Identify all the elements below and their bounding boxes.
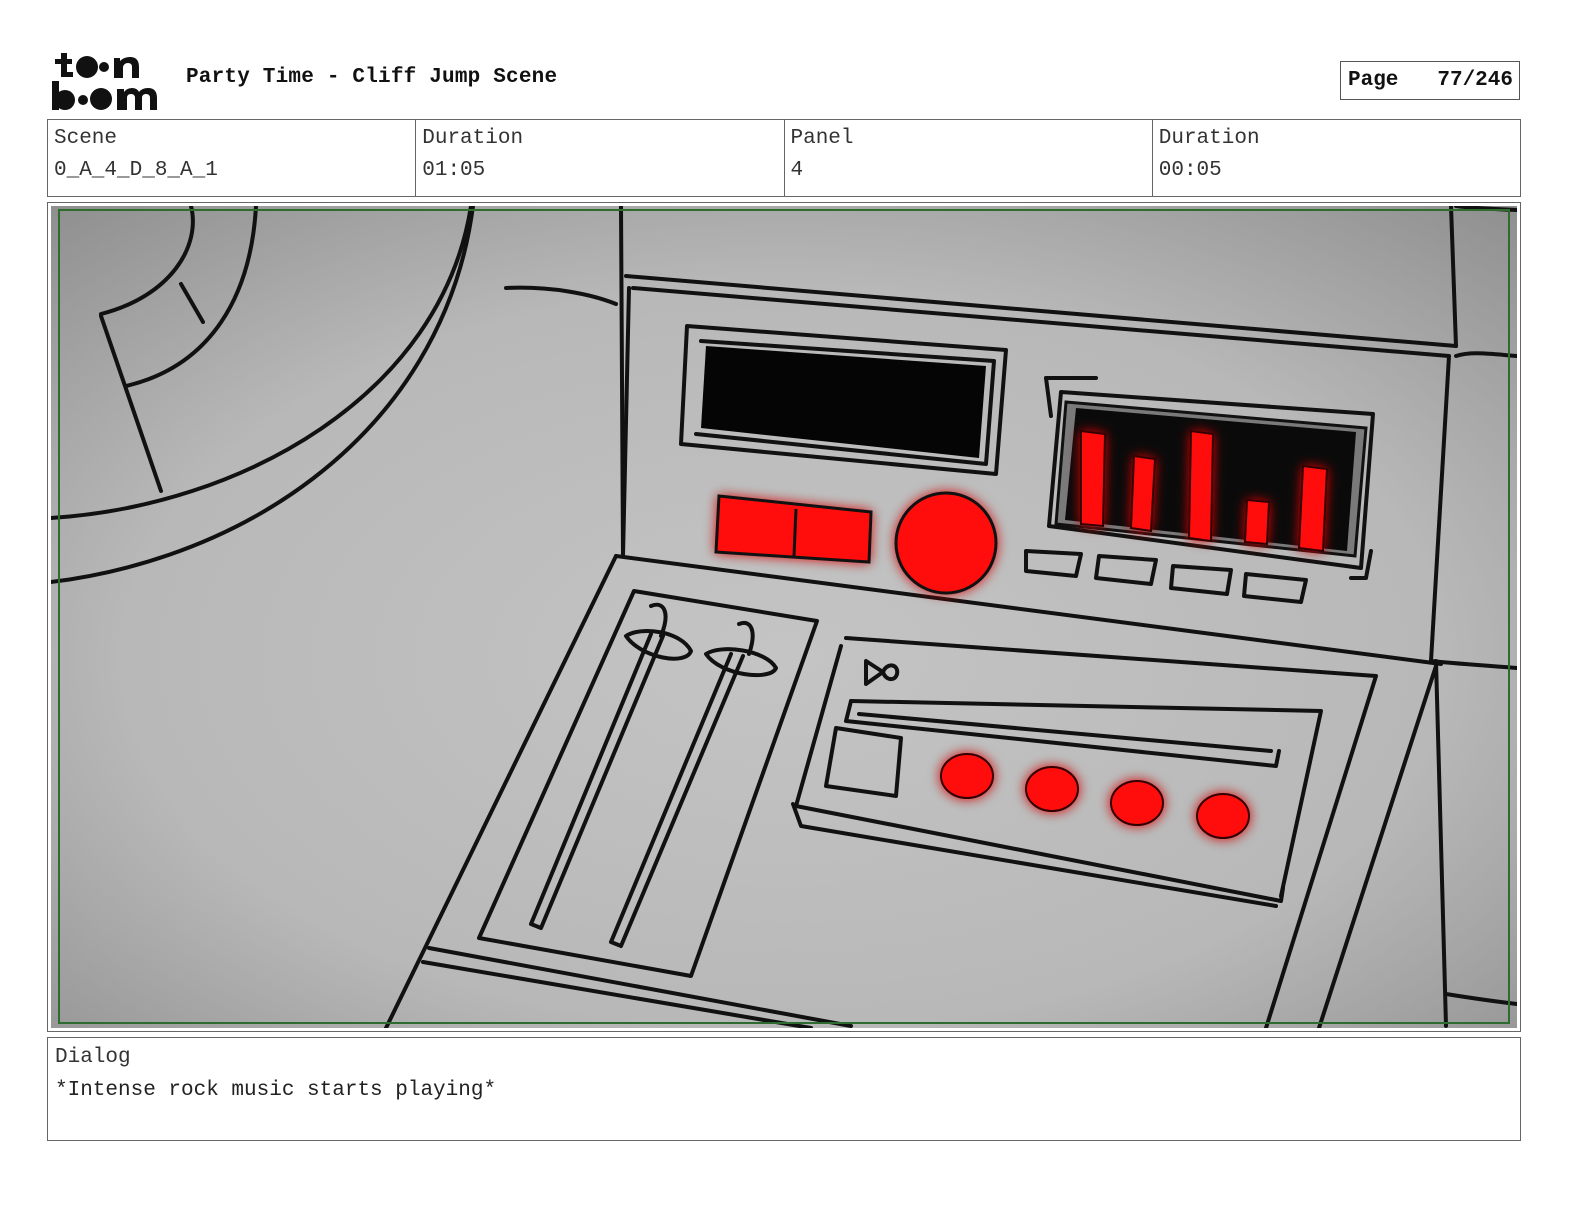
scene-cell: Scene 0_A_4_D_8_A_1: [48, 120, 417, 196]
page-counter: Page 77/246: [1340, 61, 1520, 100]
dialog-box: Dialog *Intense rock music starts playin…: [47, 1037, 1521, 1141]
scene-value: 0_A_4_D_8_A_1: [54, 159, 218, 182]
dialog-text: *Intense rock music starts playing*: [55, 1079, 497, 1102]
panel-value: 4: [790, 159, 804, 182]
panel-label: Panel: [790, 127, 854, 150]
storyboard-panel-image: [51, 206, 1517, 1028]
page-value: 77/246: [1437, 69, 1513, 92]
scene-label: Scene: [54, 127, 118, 150]
scene-duration-value: 01:05: [422, 159, 486, 182]
scene-info-table: Scene 0_A_4_D_8_A_1 Duration 01:05 Panel…: [47, 119, 1521, 197]
panel-cell: Panel 4: [785, 120, 1153, 196]
toon-boom-logo: [52, 53, 157, 110]
scene-duration-cell: Duration 01:05: [416, 120, 785, 196]
dialog-label: Dialog: [55, 1046, 131, 1069]
panel-duration-label: Duration: [1158, 127, 1260, 150]
page-label: Page: [1348, 69, 1399, 92]
scene-duration-label: Duration: [422, 127, 524, 150]
panel-duration-value: 00:05: [1158, 159, 1222, 182]
document-title: Party Time - Cliff Jump Scene: [186, 66, 558, 89]
panel-duration-cell: Duration 00:05: [1153, 120, 1520, 196]
